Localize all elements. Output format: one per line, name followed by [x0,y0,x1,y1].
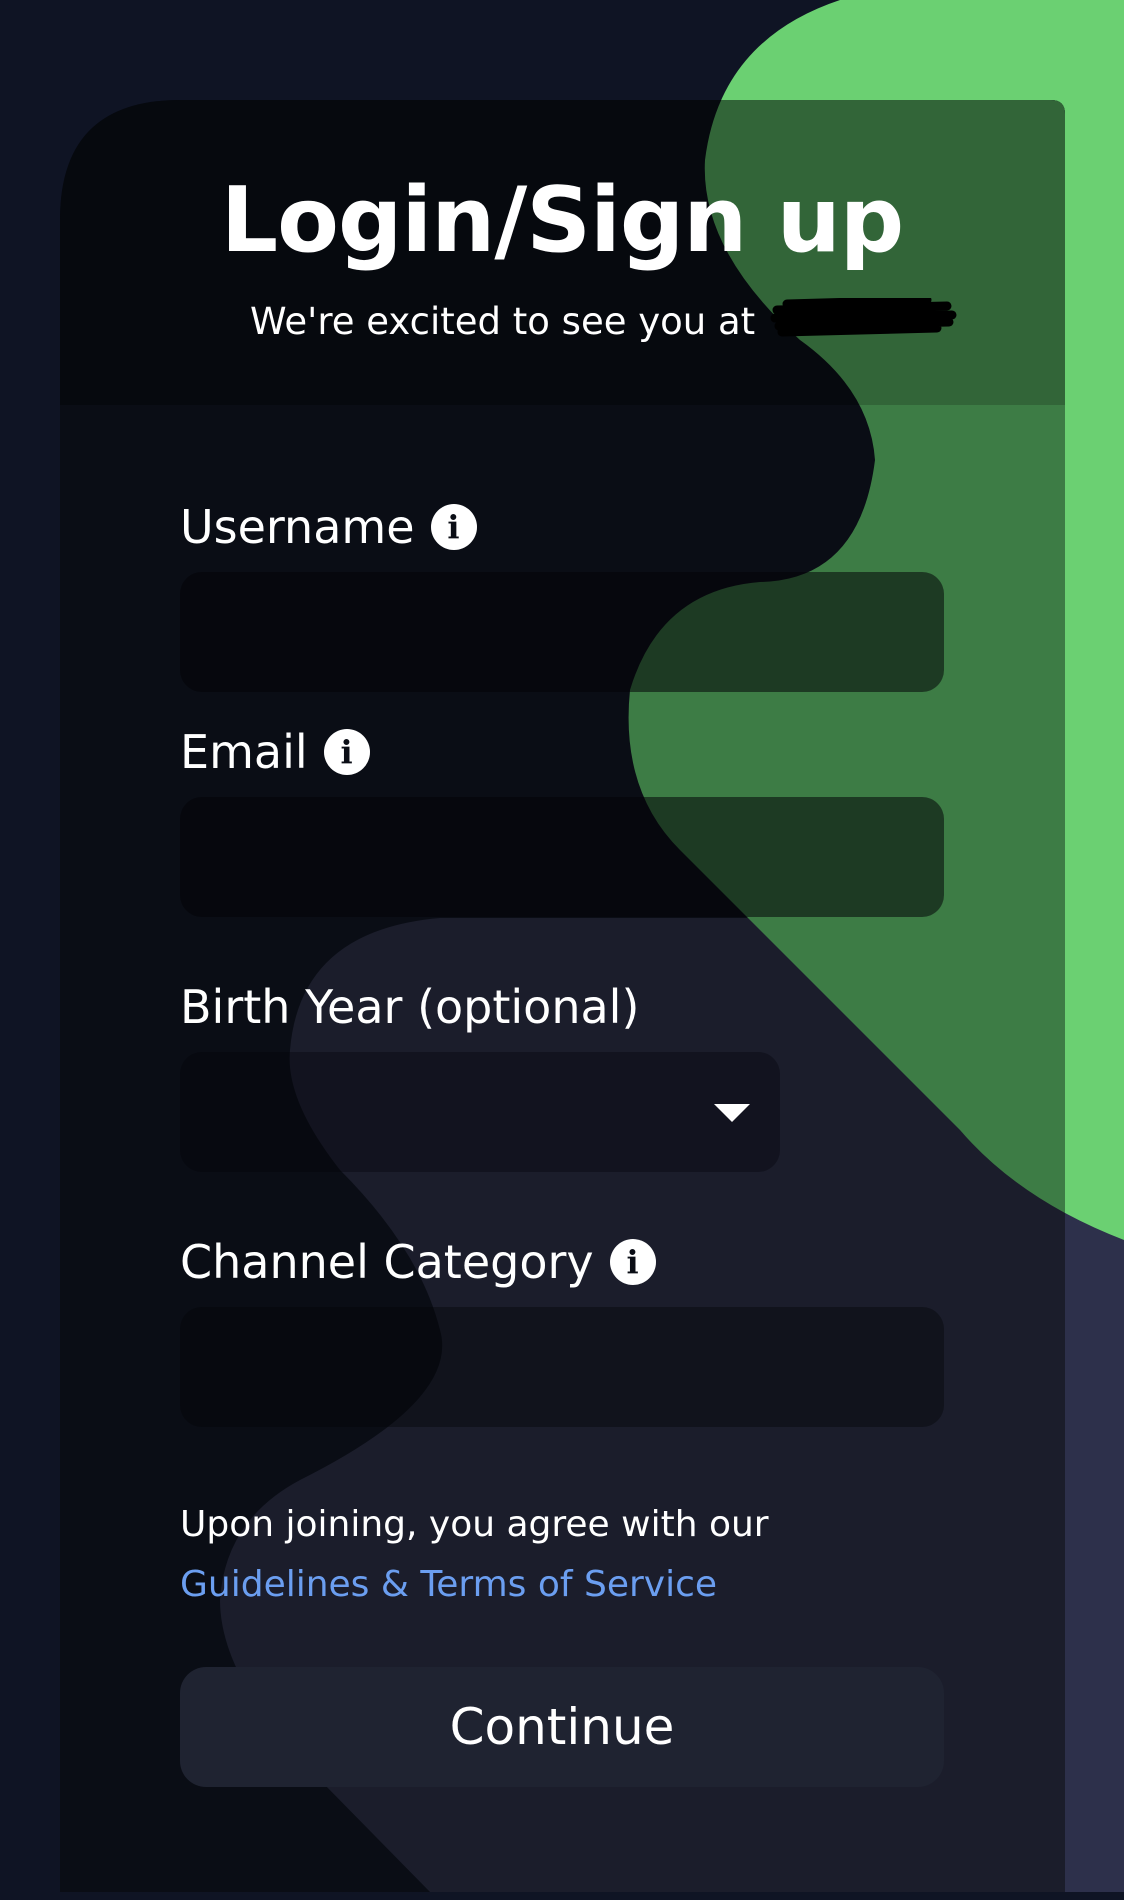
channel-category-input[interactable] [180,1307,944,1427]
subtitle-text: We're excited to see you at [250,300,756,343]
guidelines-terms-link[interactable]: Guidelines & Terms of Service [180,1564,717,1605]
channel-category-label: Channel Category i [180,1235,656,1289]
email-input[interactable] [180,797,944,917]
info-icon[interactable]: i [323,729,370,775]
page-title: Login/Sign up [220,168,904,273]
email-label: Email i [180,725,370,779]
caret-down-icon [714,1104,750,1122]
birth-year-label: Birth Year (optional) [180,980,640,1034]
info-icon[interactable]: i [609,1239,656,1285]
info-icon[interactable]: i [430,504,477,550]
birth-year-select[interactable] [180,1052,780,1172]
username-input[interactable] [180,572,944,692]
continue-button[interactable]: Continue [180,1667,944,1787]
page-subtitle: We're excited to see you at [250,297,957,344]
username-label: Username i [180,500,477,554]
terms-text: Upon joining, you agree with our Guideli… [180,1504,769,1605]
redacted-name [770,297,957,336]
